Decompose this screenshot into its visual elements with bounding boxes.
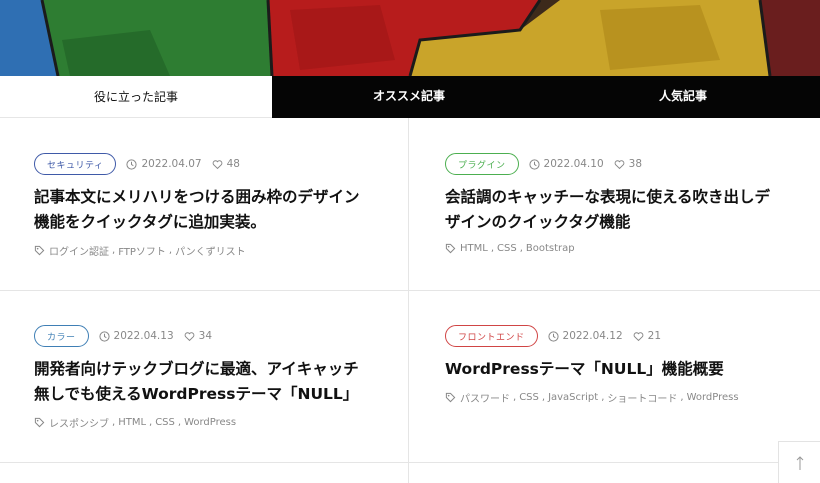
- tag-link[interactable]: パンくずリスト: [175, 243, 246, 258]
- tag-link[interactable]: Bootstrap: [526, 243, 575, 254]
- article-title-line: 会話調のキャッチーな表現に使える吹き出しデ: [445, 188, 771, 206]
- article-card: フロントエンド 2022.04.12 21 WordPressテーマ「NULL」…: [445, 325, 805, 405]
- category-badge[interactable]: フロントエンド: [445, 325, 538, 347]
- tag-link[interactable]: パスワード: [460, 390, 510, 405]
- post-date-text: 2022.04.13: [113, 330, 174, 342]
- post-date: 2022.04.13: [98, 330, 174, 342]
- tag-link[interactable]: CSS: [519, 392, 539, 403]
- article-tags: ログイン認証, FTPソフト, パンくずリスト: [34, 243, 394, 258]
- tag-link[interactable]: ショートコード: [607, 390, 677, 405]
- tag-link[interactable]: ログイン認証: [49, 243, 109, 258]
- tab-popular[interactable]: 人気記事: [546, 76, 820, 118]
- category-badge[interactable]: プラグイン: [445, 153, 519, 175]
- article-title[interactable]: 記事本文にメリハリをつける囲み枠のデザイン 機能をクイックタグに追加実装。: [34, 185, 394, 235]
- clock-icon: [126, 158, 138, 170]
- post-date-text: 2022.04.10: [543, 158, 604, 170]
- post-likes: 48: [212, 158, 240, 170]
- tag-link[interactable]: レスポンシブ: [49, 415, 109, 430]
- article-tags: HTML, CSS, Bootstrap: [445, 243, 805, 254]
- post-likes-count: 48: [226, 158, 240, 170]
- tab-useful[interactable]: 役に立った記事: [0, 76, 272, 118]
- article-grid: セキュリティ 2022.04.07 48 記事本文にメリハリをつける囲み枠のデザ…: [0, 118, 820, 483]
- article-title[interactable]: 開発者向けテックブログに最適、アイキャッチ 無しでも使えるWordPressテー…: [34, 357, 394, 407]
- tag-link[interactable]: WordPress: [184, 417, 236, 428]
- article-card: カラー 2022.04.13 34 開発者向けテックブログに最適、アイキャッチ …: [34, 325, 394, 430]
- hero-image: [0, 0, 820, 76]
- grid-divider-vertical: [408, 118, 409, 483]
- article-title-line: 機能をクイックタグに追加実装。: [34, 213, 266, 231]
- clock-icon: [528, 158, 540, 170]
- post-likes: 38: [614, 158, 642, 170]
- post-date: 2022.04.07: [126, 158, 202, 170]
- grid-divider-horizontal: [0, 462, 820, 463]
- tag-link[interactable]: WordPress: [687, 392, 739, 403]
- post-likes: 34: [184, 330, 212, 342]
- article-meta: セキュリティ 2022.04.07 48: [34, 153, 394, 175]
- tag-link[interactable]: HTML: [460, 243, 488, 254]
- article-card: セキュリティ 2022.04.07 48 記事本文にメリハリをつける囲み枠のデザ…: [34, 153, 394, 258]
- post-date: 2022.04.10: [528, 158, 604, 170]
- category-badge[interactable]: カラー: [34, 325, 89, 347]
- tag-link[interactable]: FTPソフト: [118, 243, 166, 258]
- tag-link[interactable]: HTML: [118, 417, 146, 428]
- tag-icon: [445, 392, 456, 403]
- clock-icon: [547, 330, 559, 342]
- article-title-line: 開発者向けテックブログに最適、アイキャッチ: [34, 360, 359, 378]
- article-title[interactable]: 会話調のキャッチーな表現に使える吹き出しデ ザインのクイックタグ機能: [445, 185, 805, 235]
- clock-icon: [98, 330, 110, 342]
- article-meta: プラグイン 2022.04.10 38: [445, 153, 805, 175]
- article-tags: パスワード, CSS, JavaScript, ショートコード, WordPre…: [445, 390, 805, 405]
- post-date-text: 2022.04.07: [141, 158, 202, 170]
- article-meta: カラー 2022.04.13 34: [34, 325, 394, 347]
- tab-recommended[interactable]: オススメ記事: [272, 76, 546, 118]
- tag-link[interactable]: CSS: [497, 243, 517, 254]
- tag-icon: [34, 417, 45, 428]
- article-title-line: WordPressテーマ「NULL」機能概要: [445, 360, 724, 378]
- tag-icon: [34, 245, 45, 256]
- article-meta: フロントエンド 2022.04.12 21: [445, 325, 805, 347]
- arrow-up-icon: [796, 455, 803, 470]
- heart-icon: [633, 331, 643, 341]
- article-title[interactable]: WordPressテーマ「NULL」機能概要: [445, 357, 805, 382]
- grid-divider-horizontal: [0, 290, 820, 291]
- heart-icon: [614, 159, 624, 169]
- scroll-to-top-button[interactable]: [778, 441, 820, 483]
- post-likes-count: 38: [628, 158, 643, 170]
- heart-icon: [184, 331, 194, 341]
- article-title-line: 無しでも使えるWordPressテーマ「NULL」: [34, 385, 359, 403]
- tag-link[interactable]: JavaScript: [548, 392, 598, 403]
- tag-link[interactable]: CSS: [155, 417, 175, 428]
- article-title-line: ザインのクイックタグ機能: [445, 213, 631, 231]
- tag-icon: [445, 243, 456, 254]
- post-date: 2022.04.12: [547, 330, 623, 342]
- article-tags: レスポンシブ, HTML, CSS, WordPress: [34, 415, 394, 430]
- article-card: プラグイン 2022.04.10 38 会話調のキャッチーな表現に使える吹き出し…: [445, 153, 805, 254]
- article-title-line: 記事本文にメリハリをつける囲み枠のデザイン: [34, 188, 360, 206]
- heart-icon: [212, 159, 222, 169]
- post-likes: 21: [633, 330, 661, 342]
- category-badge[interactable]: セキュリティ: [34, 153, 117, 175]
- post-likes-count: 21: [647, 330, 662, 342]
- post-likes-count: 34: [198, 330, 213, 342]
- article-tabs: 役に立った記事 オススメ記事 人気記事: [0, 76, 820, 118]
- post-date-text: 2022.04.12: [562, 330, 623, 342]
